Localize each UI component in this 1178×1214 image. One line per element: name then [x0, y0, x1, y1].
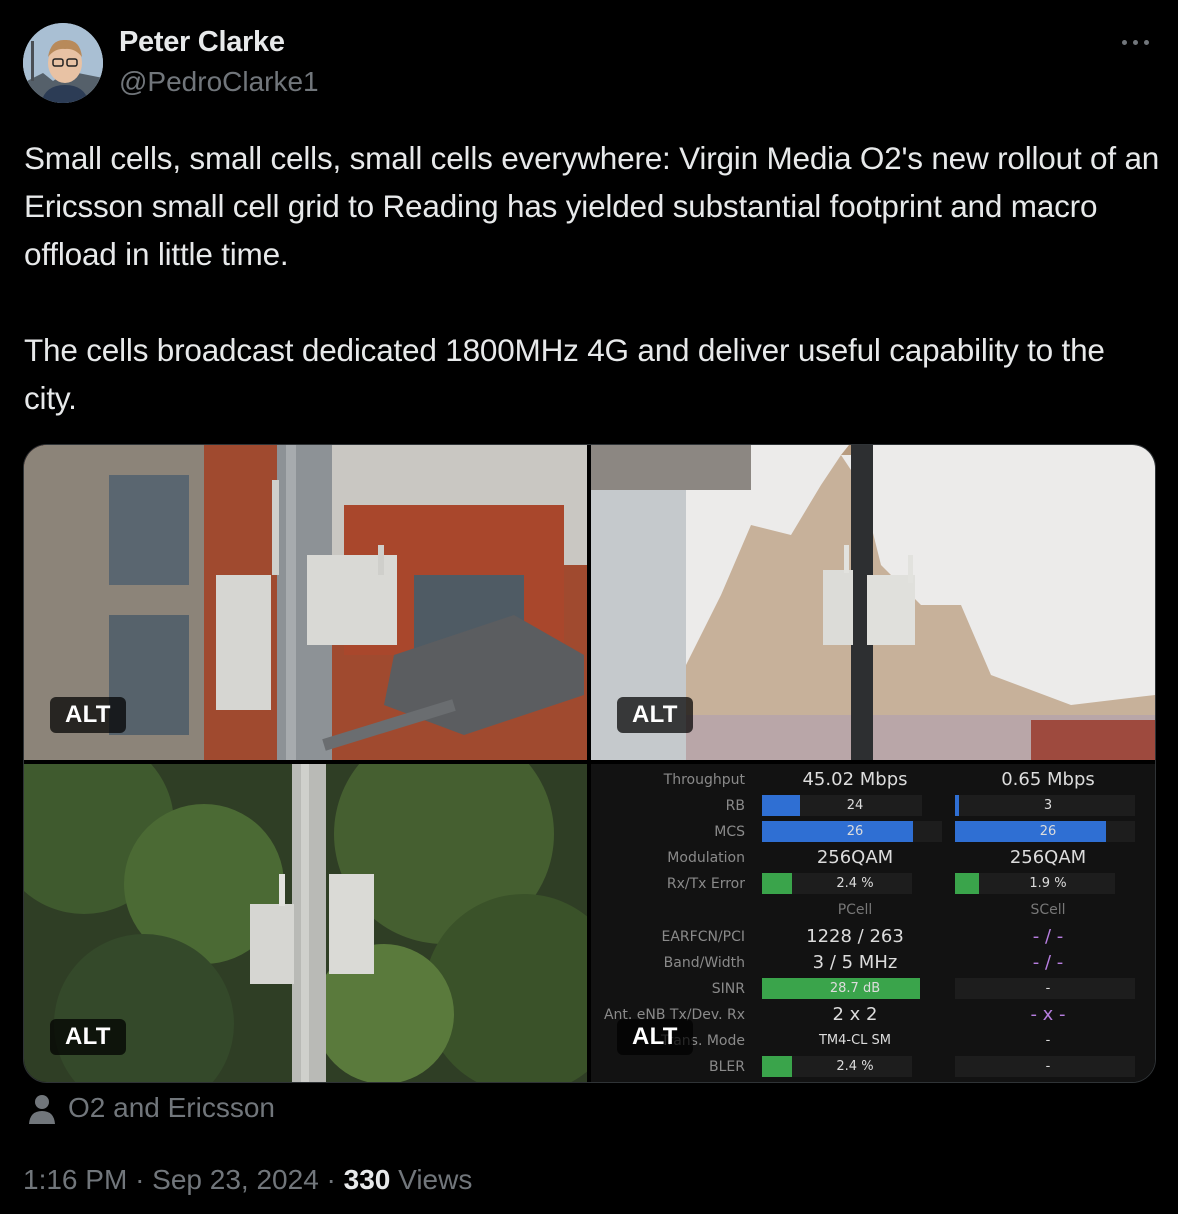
pcell-modulation: 256QAM	[816, 847, 894, 868]
media-grid: ALT ALT ALT Throughput RB MCS Modulation…	[23, 444, 1156, 1083]
scell-mcs: 26	[1039, 824, 1057, 839]
pcell-ant: 2 x 2	[832, 1004, 878, 1025]
label-rxtx-error: Rx/Tx Error	[666, 876, 745, 892]
views-count: 330	[343, 1164, 391, 1195]
media-credit: O2 and Ericsson	[68, 1092, 275, 1123]
scell-modulation: 256QAM	[1009, 847, 1087, 868]
pcell-trans: TM4-CL SM	[818, 1033, 892, 1048]
pcell-sinr: 28.7 dB	[829, 981, 881, 996]
scell-sinr: -	[1045, 981, 1051, 996]
label-mcs: MCS	[714, 824, 745, 840]
avatar[interactable]	[23, 23, 103, 103]
person-icon	[28, 1094, 56, 1124]
pcell-throughput: 45.02 Mbps	[802, 769, 908, 790]
meta-separator: ·	[326, 1164, 336, 1195]
media-photo-1[interactable]: ALT	[24, 445, 587, 760]
alt-badge-2[interactable]: ALT	[617, 697, 693, 733]
alt-badge-4[interactable]: ALT	[617, 1019, 693, 1055]
pcell-rxtx-error: 2.4 %	[836, 876, 874, 891]
tweet-text: Small cells, small cells, small cells ev…	[24, 140, 1160, 416]
tweet-time[interactable]: 1:16 PM	[23, 1164, 127, 1195]
pcell-rb: 24	[846, 798, 864, 813]
scell-rb: 3	[1043, 798, 1053, 813]
label-bler: BLER	[709, 1059, 745, 1075]
scell-throughput: 0.65 Mbps	[1001, 769, 1095, 790]
more-options-icon[interactable]	[1116, 28, 1156, 56]
pcell-bler: 2.4 %	[836, 1059, 874, 1074]
label-rb: RB	[725, 798, 745, 814]
pcell-mcs: 26	[846, 824, 864, 839]
scell-bler: -	[1045, 1059, 1051, 1074]
label-throughput: Throughput	[663, 772, 745, 788]
media-photo-2[interactable]: ALT	[591, 445, 1155, 760]
label-earfcn: EARFCN/PCI	[661, 929, 745, 945]
scell-earfcn: - / -	[1032, 926, 1064, 947]
media-photo-3[interactable]: ALT	[24, 764, 587, 1082]
pcell-header: PCell	[837, 902, 873, 918]
label-modulation: Modulation	[667, 850, 745, 866]
meta-separator: ·	[135, 1164, 145, 1195]
alt-badge-3[interactable]: ALT	[50, 1019, 126, 1055]
label-band: Band/Width	[663, 955, 745, 971]
tweet-meta: 1:16 PM · Sep 23, 2024 · 330 Views	[23, 1164, 472, 1196]
views-label: Views	[398, 1164, 473, 1195]
scell-rxtx-error: 1.9 %	[1029, 876, 1067, 891]
author-name[interactable]: Peter Clarke	[119, 26, 285, 59]
pcell-earfcn: 1228 / 263	[806, 926, 904, 947]
scell-band: - / -	[1032, 952, 1064, 973]
media-stats-screenshot[interactable]: Throughput RB MCS Modulation Rx/Tx Error…	[591, 764, 1155, 1082]
tweet-date[interactable]: Sep 23, 2024	[152, 1164, 319, 1195]
label-sinr: SINR	[711, 981, 745, 997]
pcell-band: 3 / 5 MHz	[812, 952, 898, 973]
scell-ant: - x -	[1030, 1004, 1066, 1025]
alt-badge-1[interactable]: ALT	[50, 697, 126, 733]
author-handle[interactable]: @PedroClarke1	[119, 66, 319, 98]
scell-header: SCell	[1030, 902, 1066, 918]
scell-trans: -	[1045, 1033, 1051, 1048]
